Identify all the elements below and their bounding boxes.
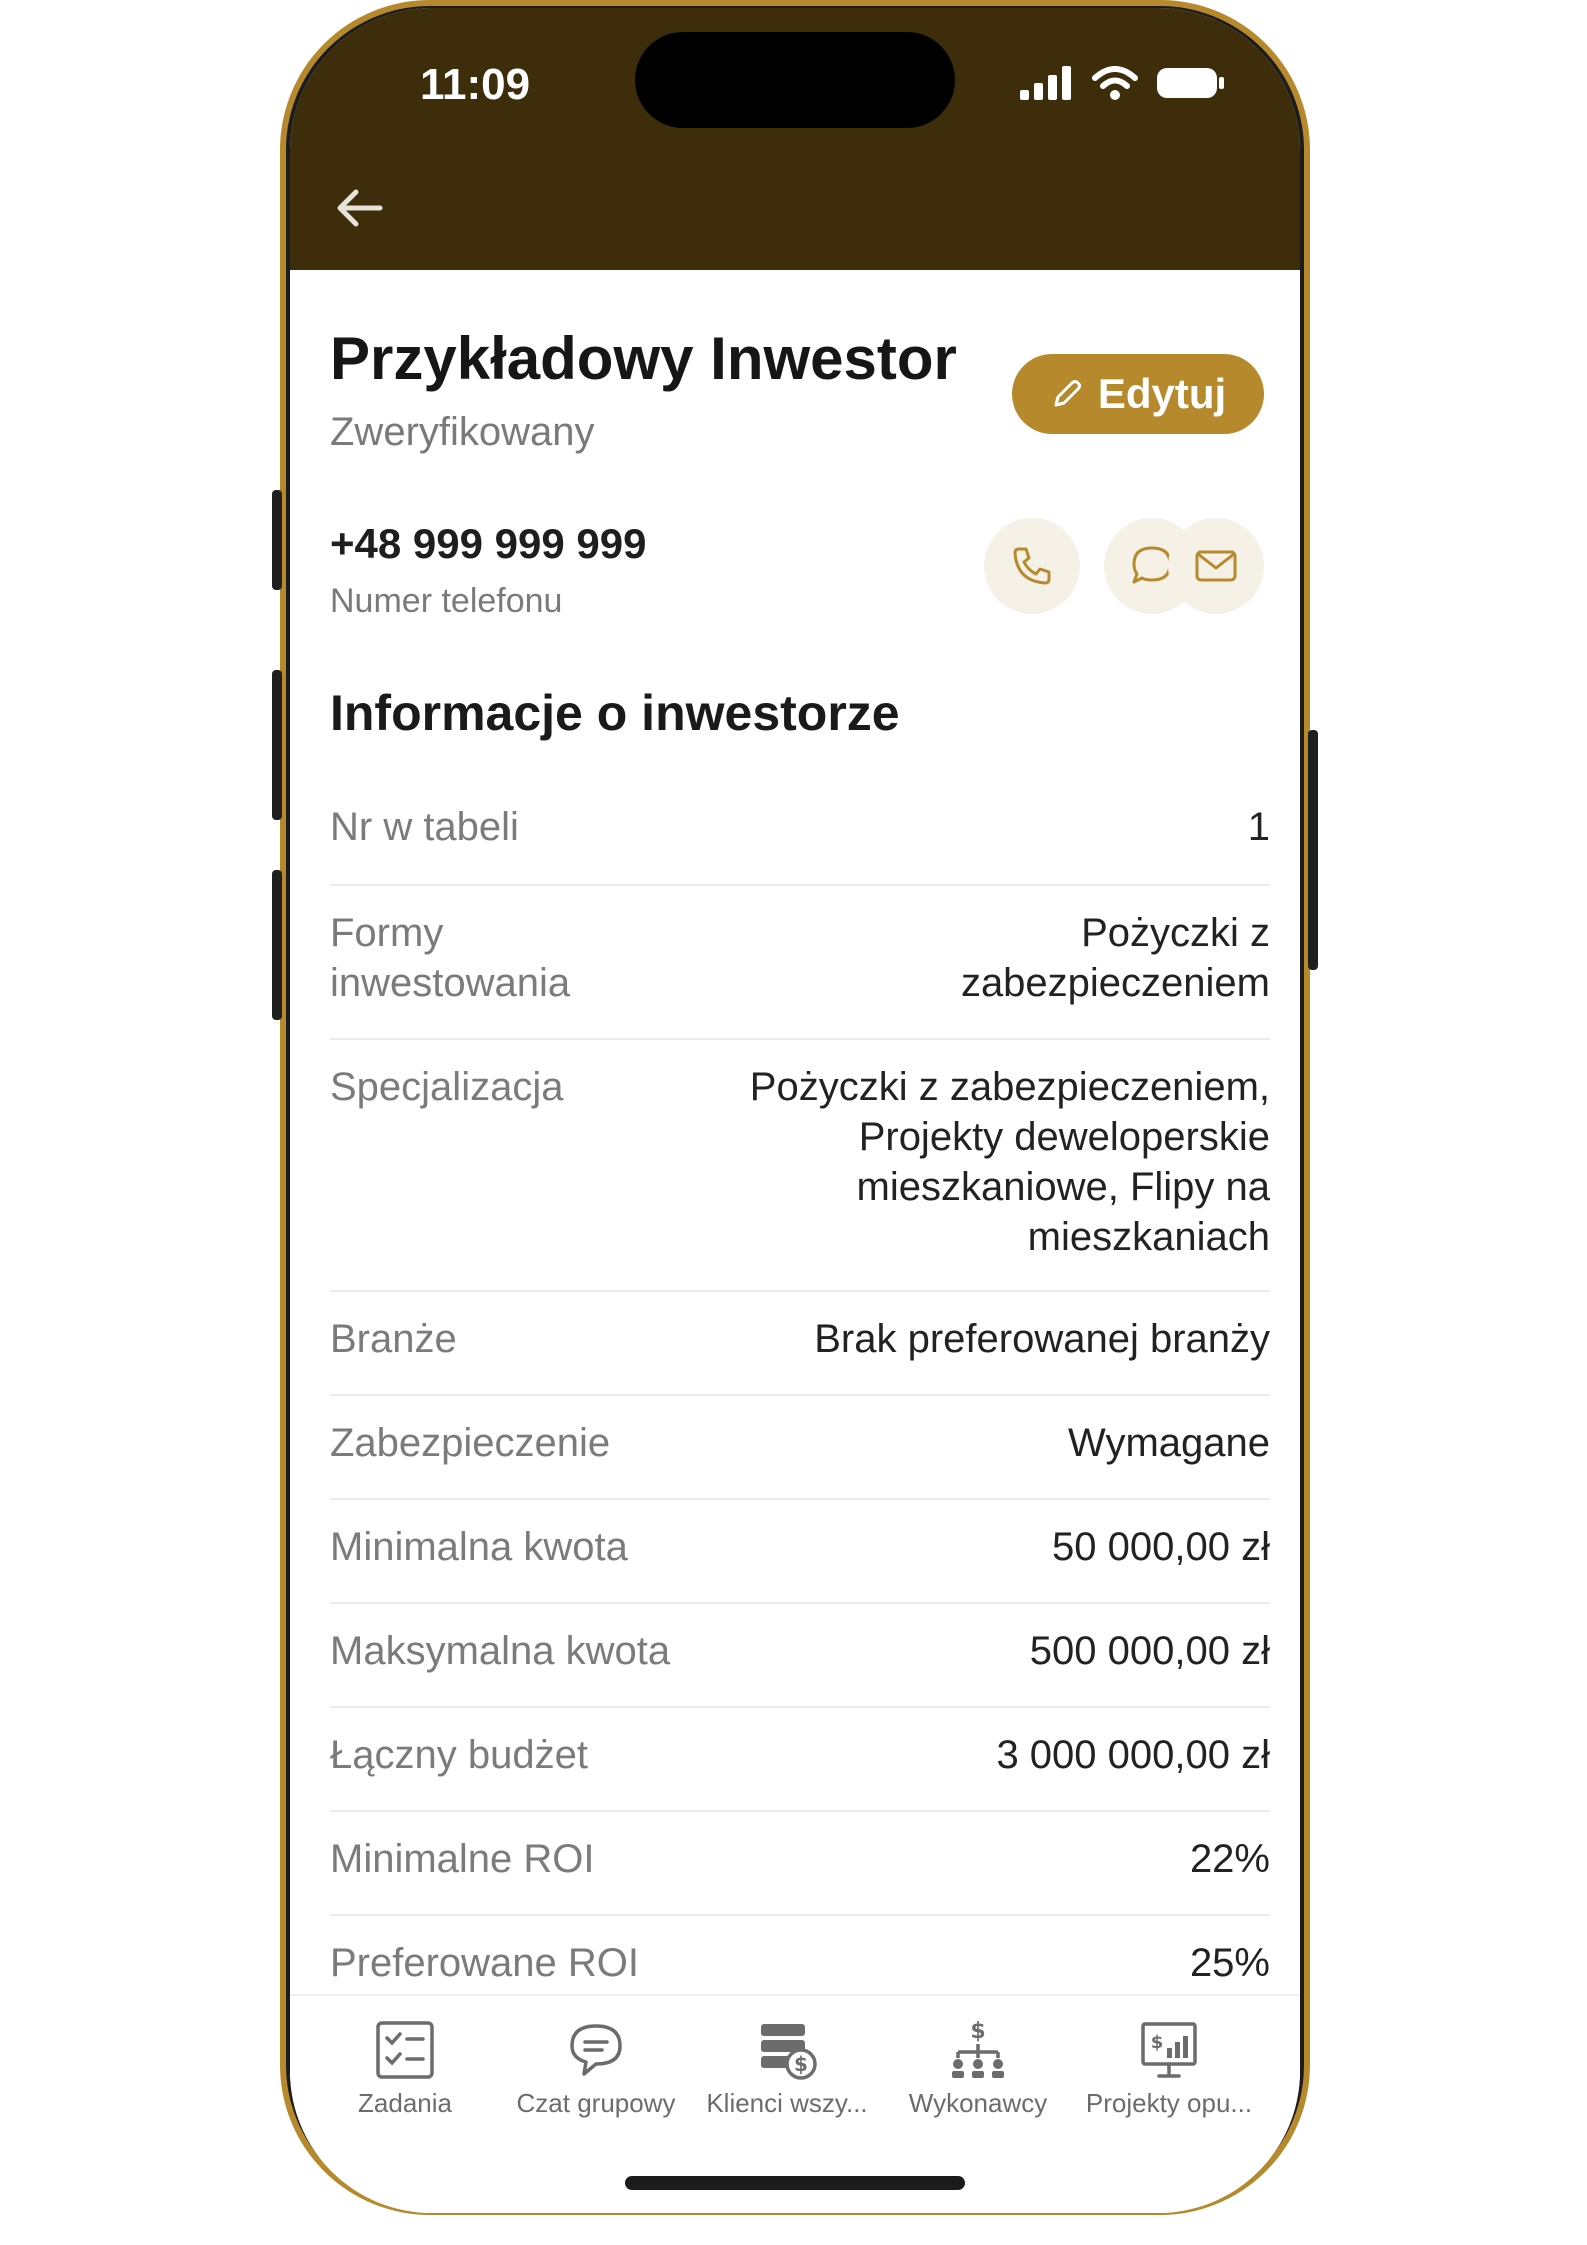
- edit-button[interactable]: Edytuj: [1012, 354, 1264, 434]
- svg-text:$: $: [1151, 2032, 1164, 2053]
- info-row: Specjalizacja Pożyczki z zabezpieczeniem…: [330, 1040, 1270, 1292]
- nav-item-all-clients[interactable]: $ Klienci wszy...: [692, 2018, 882, 2119]
- status-icons: [1020, 66, 1226, 100]
- edit-button-label: Edytuj: [1097, 370, 1227, 417]
- nav-label: Projekty opu...: [1085, 2088, 1253, 2118]
- side-button-left-3: [272, 870, 282, 1020]
- side-button-left-2: [272, 670, 282, 820]
- back-arrow-icon[interactable]: [330, 178, 390, 238]
- phone-icon: [1013, 547, 1051, 585]
- verification-status: Zweryfikowany: [330, 410, 595, 454]
- info-row-value: 25%: [1189, 1941, 1270, 1985]
- info-row: Minimalne ROI 22%: [330, 1812, 1270, 1916]
- contractors-icon: $: [952, 2019, 1004, 2078]
- tasks-icon: [376, 2021, 434, 2079]
- info-row-label: Minimalne ROI: [330, 1837, 595, 1881]
- info-row: Łączny budżet 3 000 000,00 zł: [330, 1708, 1270, 1812]
- battery-icon: [1157, 68, 1224, 98]
- mail-icon: [1195, 550, 1237, 582]
- info-row-value: 500 000,00 zł: [1029, 1629, 1270, 1673]
- pencil-icon: [1054, 380, 1081, 407]
- info-row: Branże Brak preferowanej branży: [330, 1292, 1270, 1396]
- nav-label: Wykonawcy: [908, 2088, 1048, 2118]
- info-row-label: Formy inwestowania: [330, 911, 571, 1005]
- email-button[interactable]: [1168, 518, 1264, 614]
- clients-icon: $: [761, 2024, 817, 2080]
- info-row-value: 3 000 000,00 zł: [996, 1733, 1270, 1777]
- svg-text:$: $: [970, 2019, 985, 2044]
- dynamic-island: [635, 32, 955, 128]
- signal-icon: [1020, 66, 1071, 100]
- info-row: Nr w tabeli 1: [330, 780, 1270, 886]
- status-time: 11:09: [420, 60, 531, 109]
- info-row: Zabezpieczenie Wymagane: [330, 1396, 1270, 1500]
- side-button-left-1: [272, 490, 282, 590]
- info-row-label: Branże: [330, 1317, 457, 1361]
- nav-label: Klienci wszy...: [706, 2088, 868, 2118]
- phone-label: Numer telefonu: [330, 582, 563, 620]
- info-row-label: Minimalna kwota: [330, 1525, 628, 1569]
- investor-name: Przykładowy Inwestor: [330, 325, 957, 392]
- info-row-label: Specjalizacja: [330, 1065, 564, 1109]
- info-row-value: Wymagane: [1068, 1421, 1270, 1465]
- info-row-value: 50 000,00 zł: [1052, 1525, 1270, 1569]
- info-row: Formy inwestowania Pożyczki z zabezpiecz…: [330, 886, 1270, 1040]
- info-row-value: 1: [1247, 805, 1270, 849]
- info-row-label: Maksymalna kwota: [330, 1629, 671, 1673]
- info-row-value: Pożyczki z zabezpieczeniem, Projekty dew…: [749, 1065, 1270, 1259]
- projects-icon: $: [1141, 2022, 1197, 2078]
- info-row-label: Łączny budżet: [330, 1733, 588, 1777]
- nav-label: Czat grupowy: [516, 2088, 676, 2118]
- info-row: Minimalna kwota 50 000,00 zł: [330, 1500, 1270, 1604]
- investor-info-table: Nr w tabeli 1 Formy inwestowania Pożyczk…: [330, 780, 1270, 2020]
- phone-number[interactable]: +48 999 999 999: [330, 520, 646, 568]
- nav-label: Zadania: [358, 2088, 452, 2118]
- wifi-icon: [1092, 66, 1138, 100]
- phone-screen: 11:09 Przykładowy Inwestor Zweryfikowany…: [290, 8, 1300, 2213]
- info-row: Maksymalna kwota 500 000,00 zł: [330, 1604, 1270, 1708]
- info-row-value: Pożyczki z zabezpieczeniem: [960, 911, 1270, 1005]
- svg-text:$: $: [794, 2052, 808, 2076]
- call-button[interactable]: [984, 518, 1080, 614]
- info-row-label: Nr w tabeli: [330, 805, 519, 849]
- info-row-label: Zabezpieczenie: [330, 1421, 611, 1465]
- info-row-label: Preferowane ROI: [330, 1941, 640, 1985]
- info-row-value: Brak preferowanej branży: [814, 1317, 1270, 1361]
- info-row-value: 22%: [1189, 1837, 1270, 1881]
- nav-item-tasks[interactable]: Zadania: [310, 2018, 500, 2119]
- section-title: Informacje o inwestorze: [330, 685, 900, 741]
- side-button-right: [1308, 730, 1318, 970]
- home-indicator: [625, 2176, 965, 2190]
- nav-item-projects[interactable]: $ Projekty opu...: [1074, 2018, 1264, 2119]
- nav-item-contractors[interactable]: $ Wykonawcy: [883, 2018, 1073, 2119]
- nav-item-group-chat[interactable]: Czat grupowy: [501, 2018, 691, 2119]
- top-bar: 11:09: [290, 8, 1300, 270]
- chat-icon: [570, 2024, 622, 2076]
